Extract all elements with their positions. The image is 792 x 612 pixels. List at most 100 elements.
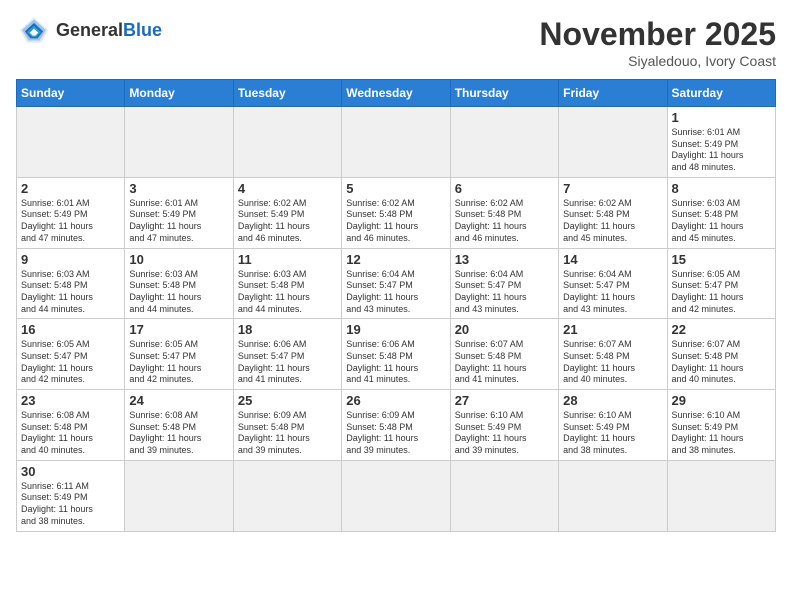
day-info: Sunrise: 6:07 AM Sunset: 5:48 PM Dayligh… [455, 339, 554, 386]
day-number: 16 [21, 322, 120, 337]
day-info: Sunrise: 6:09 AM Sunset: 5:48 PM Dayligh… [346, 410, 445, 457]
calendar-week-row: 23 Sunrise: 6:08 AM Sunset: 5:48 PM Dayli… [17, 390, 776, 461]
calendar-cell: 3Sunrise: 6:01 AM Sunset: 5:49 PM Daylig… [125, 177, 233, 248]
calendar-cell: 28Sunrise: 6:10 AM Sunset: 5:49 PM Dayli… [559, 390, 667, 461]
day-number: 15 [672, 252, 771, 267]
day-info: Sunrise: 6:03 AM Sunset: 5:48 PM Dayligh… [129, 269, 228, 316]
day-number: 19 [346, 322, 445, 337]
calendar-week-row: 2 Sunrise: 6:01 AM Sunset: 5:49 PM Daylig… [17, 177, 776, 248]
day-info: Sunrise: 6:02 AM Sunset: 5:48 PM Dayligh… [563, 198, 662, 245]
calendar-cell: 29 Sunrise: 6:10 AM Sunset: 5:49 PM Dayli… [667, 390, 775, 461]
day-number: 13 [455, 252, 554, 267]
calendar-cell [233, 460, 341, 531]
day-info: Sunrise: 6:04 AM Sunset: 5:47 PM Dayligh… [346, 269, 445, 316]
calendar-cell: 24 Sunrise: 6:08 AM Sunset: 5:48 PM Dayli… [125, 390, 233, 461]
day-number: 2 [21, 181, 120, 196]
calendar-cell: 17 Sunrise: 6:05 AM Sunset: 5:47 PM Dayli… [125, 319, 233, 390]
day-info: Sunrise: 6:05 AM Sunset: 5:47 PM Dayligh… [21, 339, 120, 386]
title-section: November 2025 Siyaledouo, Ivory Coast [539, 16, 776, 69]
day-number: 14 [563, 252, 662, 267]
calendar-cell: 21Sunrise: 6:07 AM Sunset: 5:48 PM Dayli… [559, 319, 667, 390]
day-info: Sunrise: 6:05 AM Sunset: 5:47 PM Dayligh… [129, 339, 228, 386]
calendar-cell: 7 Sunrise: 6:02 AM Sunset: 5:48 PM Daylig… [559, 177, 667, 248]
day-info: Sunrise: 6:08 AM Sunset: 5:48 PM Dayligh… [129, 410, 228, 457]
calendar-cell [667, 460, 775, 531]
calendar-cell: 30Sunrise: 6:11 AM Sunset: 5:49 PM Dayli… [17, 460, 125, 531]
column-header-sunday: Sunday [17, 80, 125, 107]
calendar-cell [450, 460, 558, 531]
calendar-cell: 15 Sunrise: 6:05 AM Sunset: 5:47 PM Dayli… [667, 248, 775, 319]
day-info: Sunrise: 6:03 AM Sunset: 5:48 PM Dayligh… [238, 269, 337, 316]
day-info: Sunrise: 6:06 AM Sunset: 5:47 PM Dayligh… [238, 339, 337, 386]
calendar-cell [342, 107, 450, 178]
calendar-cell: 12Sunrise: 6:04 AM Sunset: 5:47 PM Dayli… [342, 248, 450, 319]
day-number: 18 [238, 322, 337, 337]
calendar-cell [342, 460, 450, 531]
calendar-cell: 18 Sunrise: 6:06 AM Sunset: 5:47 PM Dayli… [233, 319, 341, 390]
day-number: 3 [129, 181, 228, 196]
day-info: Sunrise: 6:11 AM Sunset: 5:49 PM Dayligh… [21, 481, 120, 528]
page-header: GeneralBlue November 2025 Siyaledouo, Iv… [16, 16, 776, 69]
calendar-cell: 2 Sunrise: 6:01 AM Sunset: 5:49 PM Daylig… [17, 177, 125, 248]
column-header-saturday: Saturday [667, 80, 775, 107]
month-title: November 2025 [539, 16, 776, 53]
day-info: Sunrise: 6:05 AM Sunset: 5:47 PM Dayligh… [672, 269, 771, 316]
day-info: Sunrise: 6:03 AM Sunset: 5:48 PM Dayligh… [21, 269, 120, 316]
day-number: 5 [346, 181, 445, 196]
general-blue-icon [16, 16, 52, 44]
day-info: Sunrise: 6:02 AM Sunset: 5:49 PM Dayligh… [238, 198, 337, 245]
calendar-cell: 16 Sunrise: 6:05 AM Sunset: 5:47 PM Dayli… [17, 319, 125, 390]
calendar-cell: 9 Sunrise: 6:03 AM Sunset: 5:48 PM Daylig… [17, 248, 125, 319]
column-header-wednesday: Wednesday [342, 80, 450, 107]
day-number: 24 [129, 393, 228, 408]
day-number: 10 [129, 252, 228, 267]
day-info: Sunrise: 6:01 AM Sunset: 5:49 PM Dayligh… [672, 127, 771, 174]
day-number: 1 [672, 110, 771, 125]
calendar-cell: 8Sunrise: 6:03 AM Sunset: 5:48 PM Daylig… [667, 177, 775, 248]
day-number: 27 [455, 393, 554, 408]
location: Siyaledouo, Ivory Coast [539, 53, 776, 69]
calendar-cell: 13 Sunrise: 6:04 AM Sunset: 5:47 PM Dayli… [450, 248, 558, 319]
calendar-cell [559, 107, 667, 178]
day-number: 20 [455, 322, 554, 337]
day-number: 17 [129, 322, 228, 337]
day-number: 28 [563, 393, 662, 408]
calendar-week-row: 9 Sunrise: 6:03 AM Sunset: 5:48 PM Daylig… [17, 248, 776, 319]
calendar-cell [17, 107, 125, 178]
day-number: 29 [672, 393, 771, 408]
calendar-cell: 11 Sunrise: 6:03 AM Sunset: 5:48 PM Dayli… [233, 248, 341, 319]
day-number: 22 [672, 322, 771, 337]
calendar-cell: 27Sunrise: 6:10 AM Sunset: 5:49 PM Dayli… [450, 390, 558, 461]
logo-text-general: General [56, 20, 123, 41]
column-header-thursday: Thursday [450, 80, 558, 107]
calendar-cell: 6Sunrise: 6:02 AM Sunset: 5:48 PM Daylig… [450, 177, 558, 248]
calendar-cell: 19Sunrise: 6:06 AM Sunset: 5:48 PM Dayli… [342, 319, 450, 390]
calendar-cell [125, 460, 233, 531]
day-number: 7 [563, 181, 662, 196]
day-number: 25 [238, 393, 337, 408]
day-info: Sunrise: 6:02 AM Sunset: 5:48 PM Dayligh… [346, 198, 445, 245]
day-number: 6 [455, 181, 554, 196]
day-info: Sunrise: 6:04 AM Sunset: 5:47 PM Dayligh… [563, 269, 662, 316]
day-number: 23 [21, 393, 120, 408]
logo: GeneralBlue [16, 16, 162, 44]
calendar-table: SundayMondayTuesdayWednesdayThursdayFrid… [16, 79, 776, 532]
calendar-cell: 1 Sunrise: 6:01 AM Sunset: 5:49 PM Daylig… [667, 107, 775, 178]
calendar-cell: 25 Sunrise: 6:09 AM Sunset: 5:48 PM Dayli… [233, 390, 341, 461]
day-number: 8 [672, 181, 771, 196]
day-info: Sunrise: 6:10 AM Sunset: 5:49 PM Dayligh… [672, 410, 771, 457]
calendar-cell: 14 Sunrise: 6:04 AM Sunset: 5:47 PM Dayli… [559, 248, 667, 319]
calendar-cell: 26Sunrise: 6:09 AM Sunset: 5:48 PM Dayli… [342, 390, 450, 461]
calendar-cell: 10 Sunrise: 6:03 AM Sunset: 5:48 PM Dayli… [125, 248, 233, 319]
calendar-cell: 20 Sunrise: 6:07 AM Sunset: 5:48 PM Dayli… [450, 319, 558, 390]
calendar-cell [125, 107, 233, 178]
calendar-cell: 4Sunrise: 6:02 AM Sunset: 5:49 PM Daylig… [233, 177, 341, 248]
day-info: Sunrise: 6:04 AM Sunset: 5:47 PM Dayligh… [455, 269, 554, 316]
calendar-week-row: 30Sunrise: 6:11 AM Sunset: 5:49 PM Dayli… [17, 460, 776, 531]
day-number: 11 [238, 252, 337, 267]
column-header-friday: Friday [559, 80, 667, 107]
day-info: Sunrise: 6:07 AM Sunset: 5:48 PM Dayligh… [563, 339, 662, 386]
day-number: 9 [21, 252, 120, 267]
day-info: Sunrise: 6:01 AM Sunset: 5:49 PM Dayligh… [21, 198, 120, 245]
day-info: Sunrise: 6:09 AM Sunset: 5:48 PM Dayligh… [238, 410, 337, 457]
